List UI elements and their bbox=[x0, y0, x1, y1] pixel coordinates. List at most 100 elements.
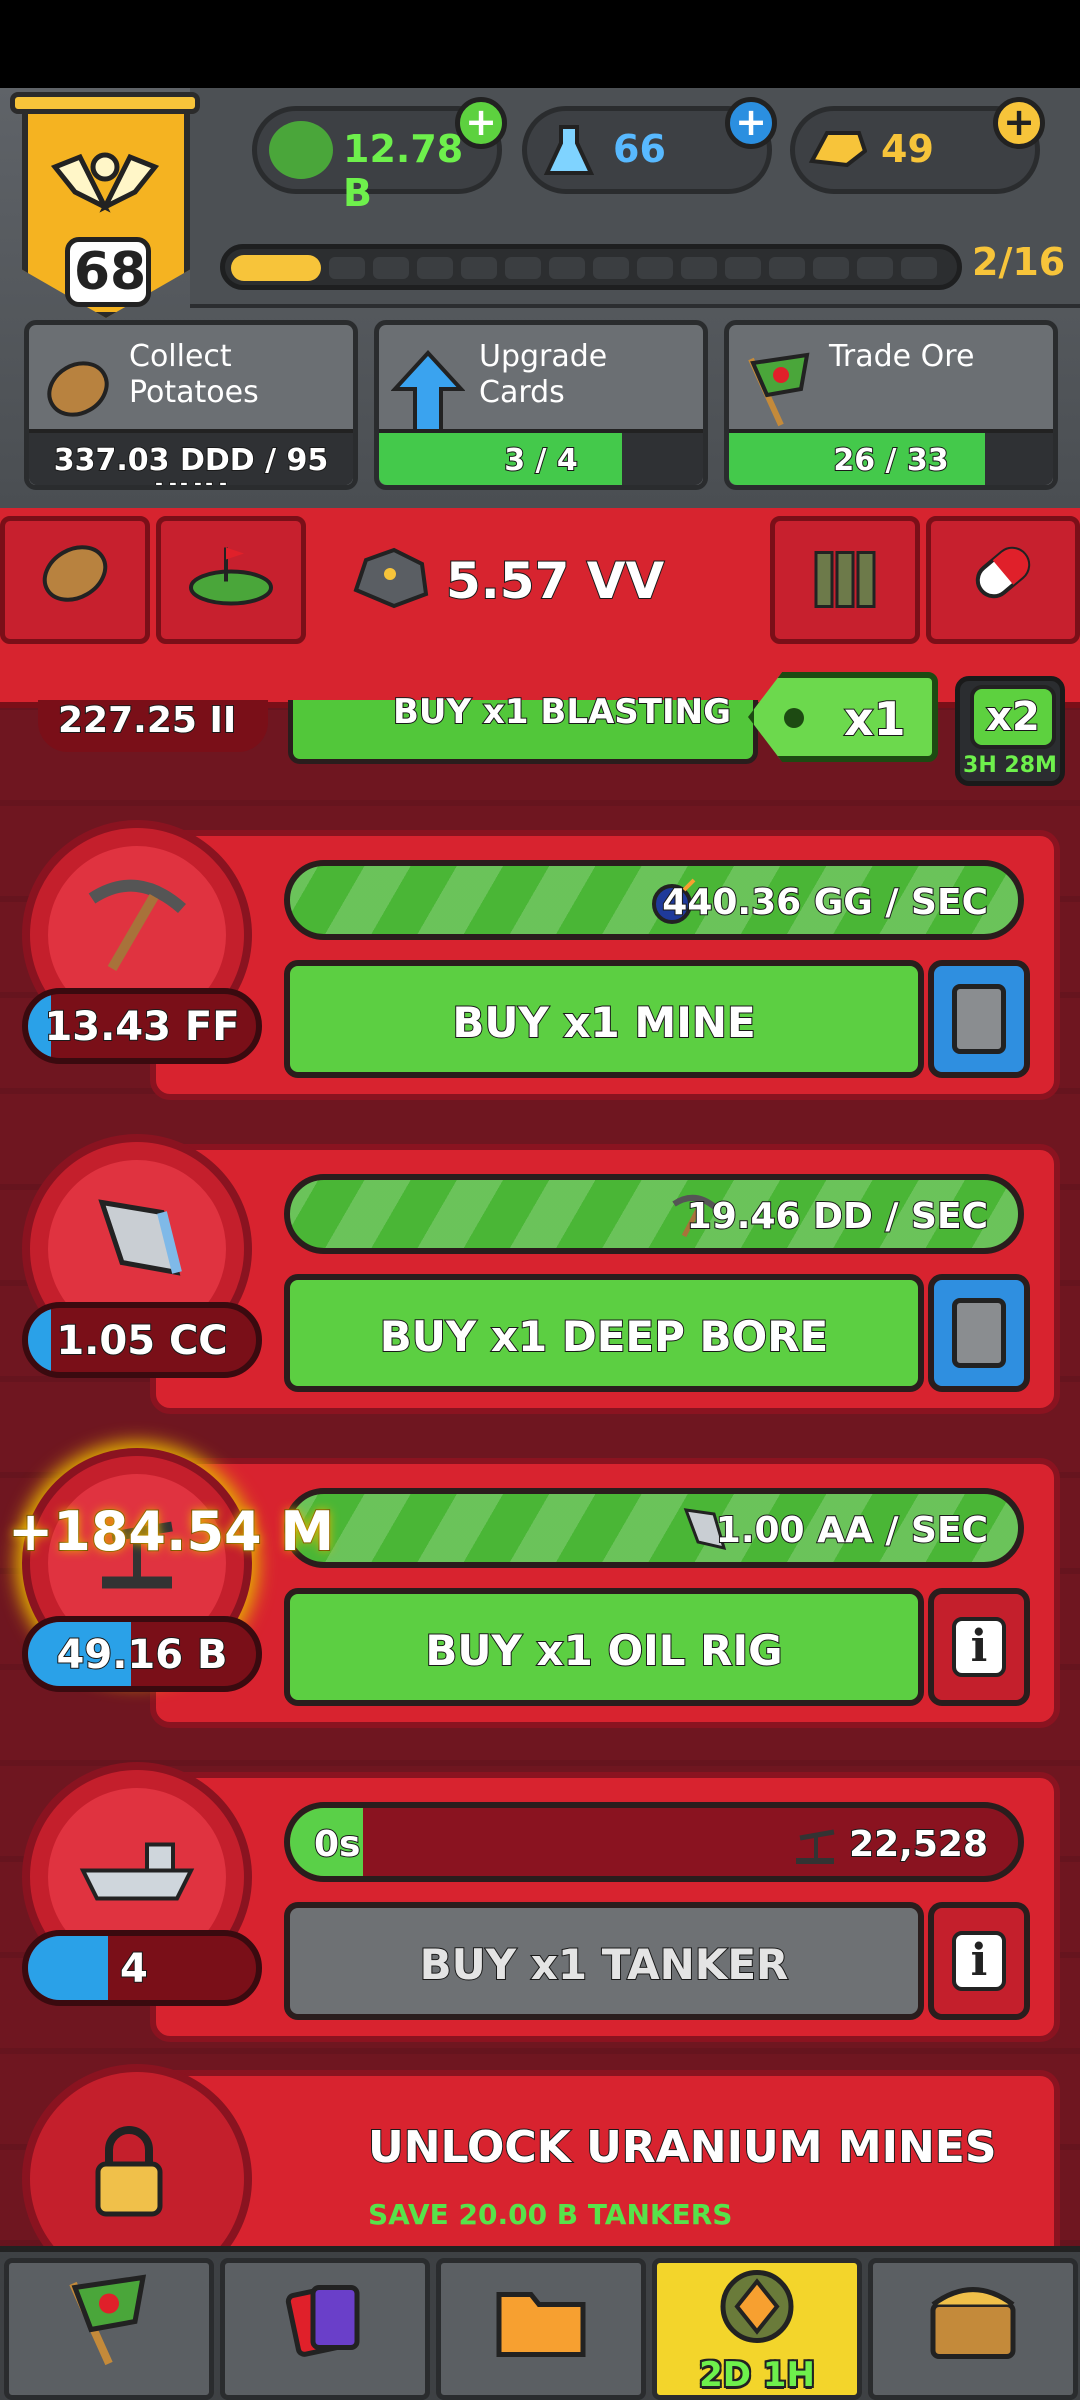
xp-segment bbox=[505, 257, 541, 279]
generator-count-text: 13.43 FF bbox=[43, 1003, 240, 1051]
tab-ammo[interactable] bbox=[770, 516, 920, 644]
chest-icon bbox=[923, 2275, 1023, 2384]
up-arrow-icon bbox=[390, 349, 466, 437]
production-bar: 0s 22,528 bbox=[284, 1802, 1024, 1882]
science-counter[interactable]: 66 + bbox=[522, 97, 777, 194]
quest-trade-ore[interactable]: Trade Ore 26 / 33 bbox=[724, 320, 1058, 490]
quest-upgrade-cards[interactable]: Upgrade Cards 3 / 4 bbox=[374, 320, 708, 490]
quest-collect-potatoes[interactable]: Collect Potatoes 337.03 DDD / 95 HHH bbox=[24, 320, 358, 490]
buy-button-label: BUY x1 MINE bbox=[451, 997, 756, 1048]
production-bar: 19.46 DD / SEC bbox=[284, 1174, 1024, 1254]
unlock-requirement: SAVE 20.00 B TANKERS bbox=[368, 2198, 733, 2231]
card-upgrade-button[interactable] bbox=[928, 960, 1030, 1078]
ore-amount: 5.57 VV bbox=[445, 551, 665, 611]
xp-segment bbox=[373, 257, 409, 279]
info-button[interactable]: i bbox=[928, 1588, 1030, 1706]
add-science-button[interactable]: + bbox=[725, 97, 777, 149]
gold-counter[interactable]: 49 + bbox=[790, 97, 1045, 194]
nav-event[interactable]: 2D 1H bbox=[652, 2258, 862, 2400]
partial-buy-button[interactable]: BUY x1 BLASTING bbox=[288, 691, 758, 764]
level-banner[interactable]: 68 bbox=[10, 92, 200, 332]
bottom-navigation: 2D 1H bbox=[0, 2246, 1080, 2400]
info-icon: i bbox=[952, 1617, 1006, 1677]
nav-folder[interactable] bbox=[436, 2258, 646, 2400]
tab-pills[interactable] bbox=[926, 516, 1080, 644]
info-icon: i bbox=[952, 1931, 1006, 1991]
quest-title: Upgrade Cards bbox=[479, 339, 608, 410]
pickaxe-icon bbox=[82, 869, 192, 1002]
card-upgrade-button[interactable] bbox=[928, 1274, 1030, 1392]
quest-progress-text: 3 / 4 bbox=[503, 442, 579, 479]
cash-counter[interactable]: 12.78 B + bbox=[252, 97, 507, 215]
xp-progress-text: 2/16 bbox=[972, 240, 1066, 284]
padlock-icon bbox=[74, 2116, 184, 2248]
buy-mine-button[interactable]: BUY x1 MINE bbox=[284, 960, 924, 1078]
drill-icon bbox=[82, 1183, 192, 1316]
add-cash-button[interactable]: + bbox=[455, 97, 507, 149]
generator-tanker: 4 0s 22,528 BUY x1 TANKER i bbox=[0, 1752, 1080, 2052]
land-icon bbox=[186, 538, 276, 623]
production-bar: 1.00 AA / SEC bbox=[284, 1488, 1024, 1568]
generator-deep-bore: 1.05 CC 19.46 DD / SEC BUY x1 DEEP BORE bbox=[0, 1124, 1080, 1424]
floating-income: +184.54 M bbox=[7, 1499, 335, 1564]
generator-count: 4 bbox=[22, 1930, 262, 2006]
quest-title: Trade Ore bbox=[829, 339, 975, 374]
generator-count-text: 49.16 B bbox=[56, 1631, 229, 1679]
buy-multiplier-label: x1 bbox=[843, 691, 907, 747]
generator-count: 13.43 FF bbox=[22, 988, 262, 1064]
add-gold-button[interactable]: + bbox=[993, 97, 1045, 149]
generator-count-text: 1.05 CC bbox=[55, 1317, 228, 1365]
xp-fill bbox=[231, 255, 321, 281]
xp-segment bbox=[901, 257, 937, 279]
partial-count-text: 227.25 II bbox=[57, 699, 237, 742]
nav-chest[interactable] bbox=[868, 2258, 1078, 2400]
production-timer: 0s bbox=[313, 1823, 362, 1866]
production-rate: 22,528 bbox=[848, 1823, 989, 1866]
buy-oil-rig-button[interactable]: BUY x1 OIL RIG bbox=[284, 1588, 924, 1706]
tab-land[interactable] bbox=[156, 516, 306, 644]
pill-icon bbox=[963, 533, 1043, 628]
buy-deep-bore-button[interactable]: BUY x1 DEEP BORE bbox=[284, 1274, 924, 1392]
xp-segment bbox=[681, 257, 717, 279]
info-button[interactable]: i bbox=[928, 1902, 1030, 2020]
partial-count: 227.25 II bbox=[38, 699, 268, 752]
buy-multiplier-button[interactable]: x1 bbox=[748, 672, 938, 762]
generator-oil-rig: 49.16 B 1.00 AA / SEC BUY x1 OIL RIG i bbox=[0, 1438, 1080, 1738]
generator-count: 49.16 B bbox=[22, 1616, 262, 1692]
event-icon bbox=[707, 2261, 807, 2370]
card-icon bbox=[952, 1298, 1006, 1368]
x2-badge: x2 bbox=[970, 685, 1056, 749]
ore-icon bbox=[350, 546, 430, 625]
flask-icon bbox=[539, 121, 603, 179]
gold-value: 49 bbox=[881, 127, 934, 171]
wings-icon bbox=[50, 137, 160, 232]
x2-boost-button[interactable]: x2 3H 28M bbox=[955, 676, 1065, 786]
xp-segment bbox=[857, 257, 893, 279]
quest-progress-bar: 3 / 4 bbox=[379, 429, 703, 485]
quest-progress-bar: 26 / 33 bbox=[729, 429, 1053, 485]
buy-button-label: BUY x1 TANKER bbox=[419, 1939, 790, 1990]
tab-potatoes[interactable] bbox=[0, 516, 150, 644]
xp-segment bbox=[813, 257, 849, 279]
quest-progress-text: 337.03 DDD / 95 HHH bbox=[53, 442, 330, 485]
card-icon bbox=[952, 984, 1006, 1054]
buy-tanker-button[interactable]: BUY x1 TANKER bbox=[284, 1902, 924, 2020]
production-rate: 440.36 GG / SEC bbox=[661, 881, 989, 924]
tanker-ship-icon bbox=[77, 1821, 197, 1934]
oil-pump-icon bbox=[790, 1818, 840, 1876]
xp-segment bbox=[637, 257, 673, 279]
xp-progress-bar bbox=[220, 244, 962, 290]
buy-button-label: BUY x1 OIL RIG bbox=[424, 1625, 783, 1676]
unlock-title: UNLOCK URANIUM MINES bbox=[367, 2121, 998, 2174]
quest-progress-text: 26 / 33 bbox=[832, 442, 949, 479]
status-bar bbox=[0, 0, 1080, 88]
production-rate: 1.00 AA / SEC bbox=[715, 1509, 989, 1552]
xp-segment bbox=[417, 257, 453, 279]
buy-button-label: BUY x1 DEEP BORE bbox=[379, 1311, 830, 1362]
nav-flag[interactable] bbox=[4, 2258, 214, 2400]
xp-segment bbox=[461, 257, 497, 279]
nav-cards[interactable] bbox=[220, 2258, 430, 2400]
unlock-uranium-row[interactable]: UNLOCK URANIUM MINES SAVE 20.00 B TANKER… bbox=[0, 2060, 1080, 2294]
xp-segment bbox=[549, 257, 585, 279]
flag-icon bbox=[59, 2270, 159, 2389]
